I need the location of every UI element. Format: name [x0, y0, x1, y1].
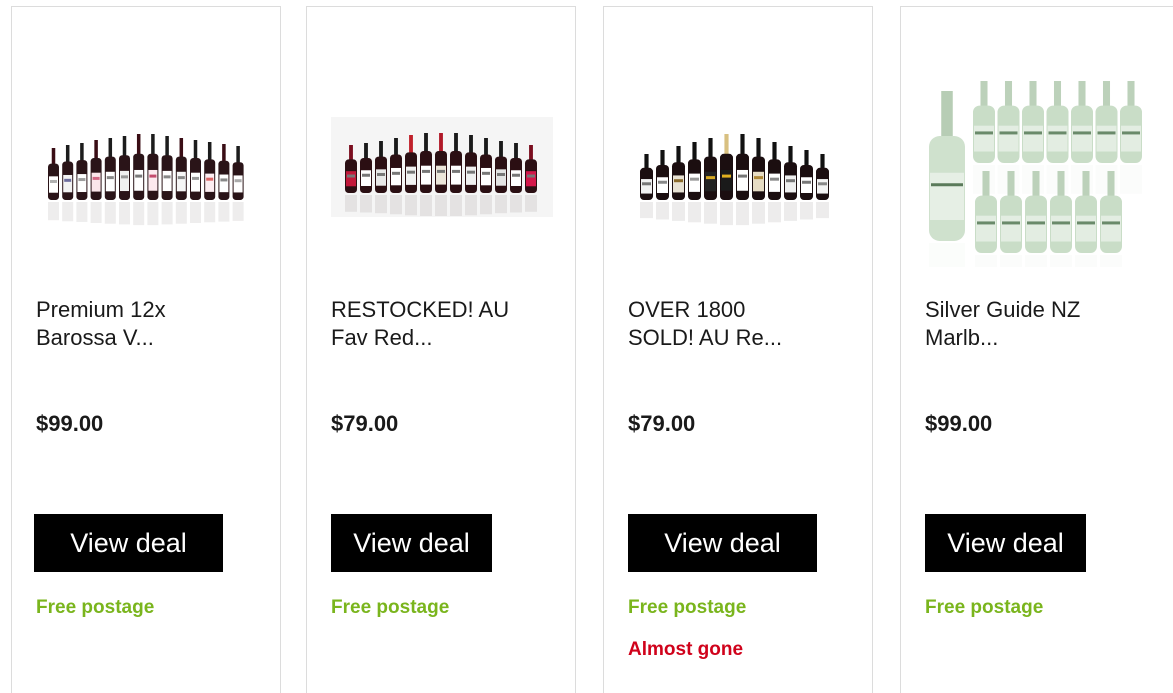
deal-title[interactable]: OVER 1800 SOLD! AU Re...	[628, 296, 858, 352]
free-postage-label: Free postage	[628, 597, 747, 618]
deal-card[interactable]: Premium 12x Barossa V... $99.00 View dea…	[11, 6, 281, 693]
product-image[interactable]	[626, 75, 852, 260]
deal-price: $79.00	[331, 411, 399, 436]
wine-bottles-image	[626, 75, 852, 260]
deal-card[interactable]: OVER 1800 SOLD! AU Re... $79.00 View dea…	[603, 6, 873, 693]
deal-card[interactable]: RESTOCKED! AU Fav Red... $79.00 View dea…	[306, 6, 576, 693]
product-image[interactable]	[329, 75, 555, 260]
deal-price: $99.00	[36, 411, 104, 436]
wine-bottles-image	[34, 75, 260, 260]
view-deal-button[interactable]: View deal	[628, 514, 817, 572]
deal-price: $79.00	[628, 411, 696, 436]
deal-card[interactable]: Silver Guide NZ Marlb... $99.00 View dea…	[900, 6, 1173, 693]
wine-bottles-image	[923, 71, 1147, 267]
deal-grid: Premium 12x Barossa V... $99.00 View dea…	[0, 0, 1173, 693]
view-deal-button[interactable]: View deal	[34, 514, 223, 572]
product-image[interactable]	[34, 75, 260, 260]
deal-price: $99.00	[925, 411, 993, 436]
free-postage-label: Free postage	[925, 597, 1044, 618]
view-deal-button[interactable]: View deal	[331, 514, 492, 572]
deal-title[interactable]: RESTOCKED! AU Fav Red...	[331, 296, 561, 352]
free-postage-label: Free postage	[331, 597, 450, 618]
free-postage-label: Free postage	[36, 597, 155, 618]
deal-title[interactable]: Silver Guide NZ Marlb...	[925, 296, 1155, 352]
product-image[interactable]	[923, 71, 1147, 267]
almost-gone-label: Almost gone	[628, 639, 744, 660]
wine-bottles-image	[331, 117, 553, 217]
view-deal-button[interactable]: View deal	[925, 514, 1086, 572]
deal-title[interactable]: Premium 12x Barossa V...	[36, 296, 266, 352]
